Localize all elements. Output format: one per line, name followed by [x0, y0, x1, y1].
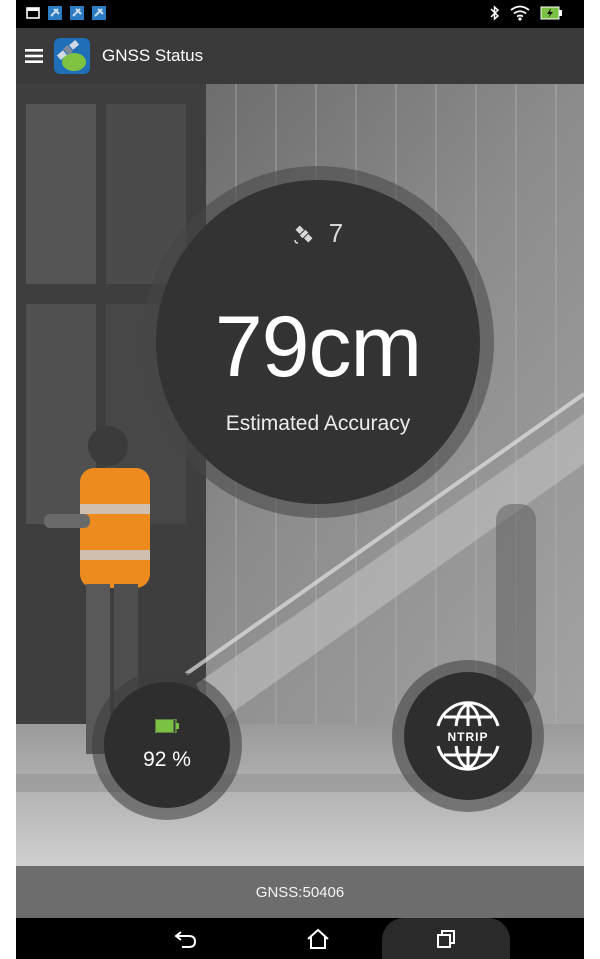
app-logo-icon: [54, 38, 90, 74]
battery-icon: [155, 719, 179, 733]
ntrip-button[interactable]: NTRIP: [392, 660, 544, 812]
battery-circle: 92 %: [104, 682, 230, 808]
back-button[interactable]: [156, 918, 216, 959]
gnss-notification-icon: [70, 6, 84, 20]
gnss-status-text: GNSS:50406: [255, 883, 345, 901]
satellite-icon: [294, 225, 313, 244]
app-toolbar: GNSS Status: [16, 28, 584, 84]
bluetooth-icon: [490, 5, 500, 21]
app-title: GNSS Status: [102, 46, 204, 65]
accuracy-value: 79cm: [214, 299, 422, 395]
recent-apps-icon: [437, 929, 455, 948]
status-bar: [16, 0, 584, 28]
accuracy-label: Estimated Accuracy: [225, 412, 411, 435]
ntrip-circle: NTRIP: [404, 672, 532, 800]
accuracy-circle: 7 79cm Estimated Accuracy: [156, 180, 480, 504]
gnss-status-bar: GNSS:50406: [16, 866, 584, 918]
battery-percent: 92 %: [143, 748, 191, 771]
home-icon: [307, 928, 329, 949]
gnss-notification-icon: [48, 6, 62, 20]
home-button[interactable]: [288, 918, 348, 959]
ntrip-globe-icon: NTRIP: [436, 701, 500, 771]
navigation-bar: [16, 918, 584, 959]
device-screen: GNSS Status 7 79cm Estimated Accuracy 92…: [16, 0, 584, 959]
battery-button[interactable]: 92 %: [92, 670, 242, 820]
satellite-count: 7: [328, 218, 344, 248]
gnss-notification-icon: [92, 6, 106, 20]
battery-fill: [156, 720, 174, 732]
notification-icon: [26, 7, 40, 19]
accuracy-panel: 7 79cm Estimated Accuracy: [142, 166, 494, 518]
ntrip-label: NTRIP: [448, 730, 489, 744]
hamburger-menu-icon[interactable]: [20, 28, 48, 84]
back-icon: [174, 930, 197, 948]
wifi-icon: [510, 5, 530, 21]
battery-charging-icon: [540, 6, 562, 20]
recent-apps-button[interactable]: [382, 918, 510, 959]
